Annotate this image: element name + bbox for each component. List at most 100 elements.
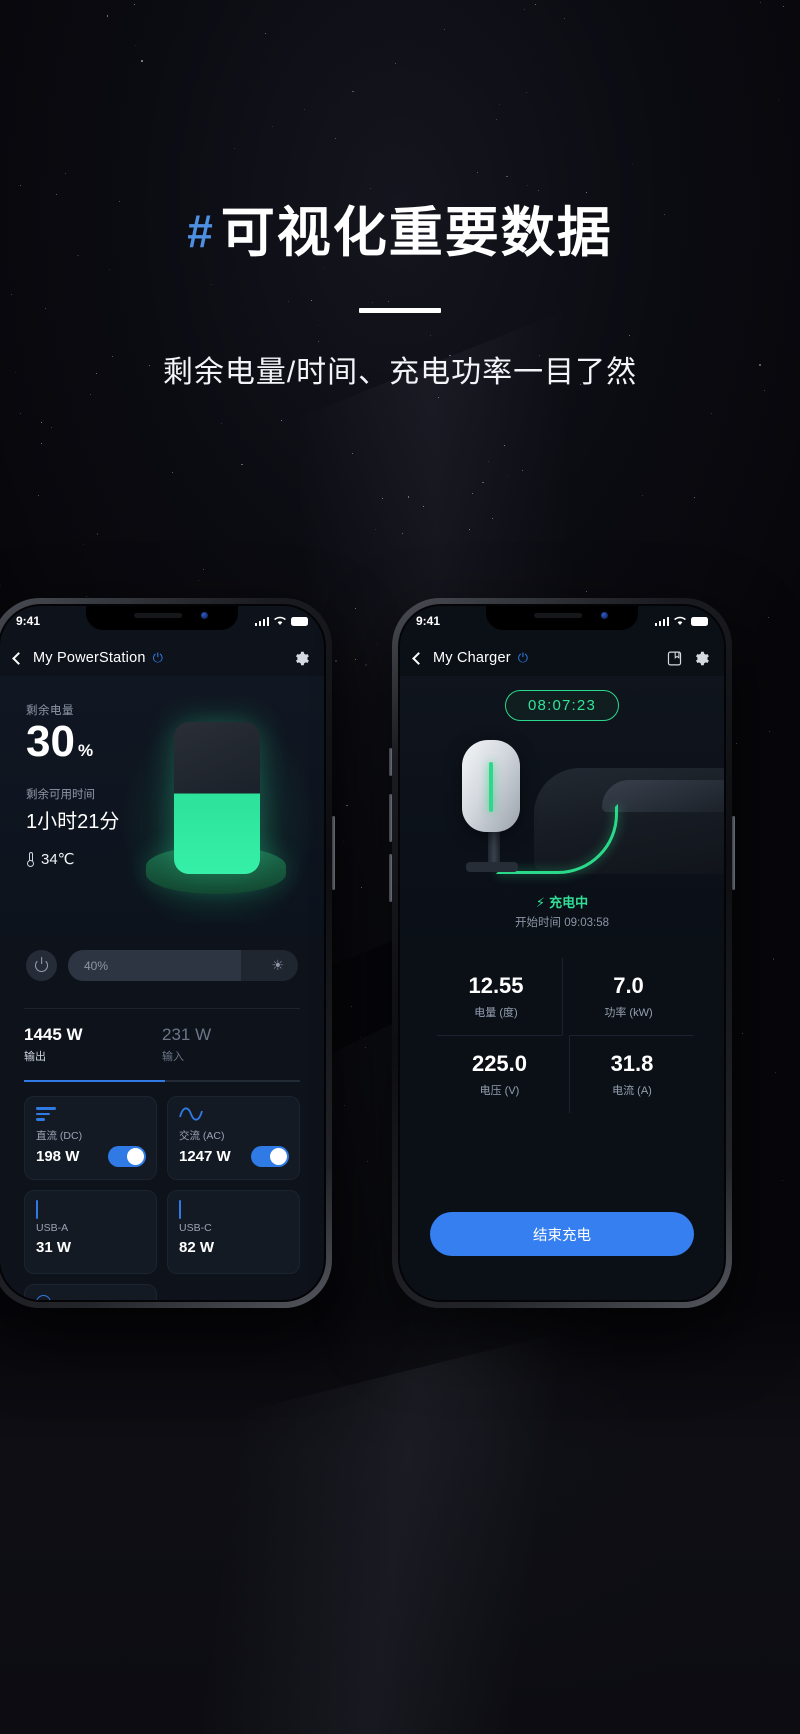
output-power-label: 输出: [24, 1051, 46, 1063]
phone-right-volume-up-button: [389, 794, 392, 842]
power-toggle-button[interactable]: [26, 950, 57, 981]
phone-left-screen: 剩余电量 30% 剩余可用时间 1小时21分 34℃ 40% ☀ 1445 W …: [0, 604, 326, 1302]
metrics-row-1: 12.55 电量 (度) 7.0 功率 (kW): [430, 958, 694, 1035]
dc-12v-icon: [36, 1295, 145, 1300]
bulb-icon[interactable]: ☀: [271, 957, 284, 974]
start-time-label: 开始时间: [515, 917, 562, 929]
usb-c-icon: [179, 1200, 288, 1219]
battery-percent: 30%: [26, 720, 119, 764]
temperature-value: 34℃: [41, 851, 75, 868]
brightness-slider[interactable]: 40% ☀: [68, 950, 298, 981]
input-power-tab[interactable]: 231 W 输入: [162, 1025, 300, 1064]
nav-title: My PowerStation: [33, 650, 146, 666]
dc-waves-icon: [36, 1107, 145, 1123]
metrics-grid: 12.55 电量 (度) 7.0 功率 (kW) 225.0 电压 (V) 31…: [430, 958, 694, 1113]
metric-energy: 12.55 电量 (度): [430, 958, 562, 1035]
metric-label: 电量 (度): [474, 1007, 518, 1019]
port-toggle[interactable]: [108, 1146, 146, 1167]
screenshot-root: # 可视化重要数据 剩余电量/时间、充电功率一目了然 剩余电量 30% 剩余可用时…: [0, 0, 800, 1734]
port-toggle[interactable]: [251, 1146, 289, 1167]
io-tab-indicator: [24, 1080, 300, 1082]
phone-right-volume-down-button: [389, 854, 392, 902]
metric-label: 功率 (kW): [604, 1007, 653, 1019]
back-chevron-icon[interactable]: [412, 651, 425, 665]
wifi-icon: [274, 616, 286, 625]
gear-icon[interactable]: [293, 650, 310, 667]
lightning-bolt-icon: ⚡: [535, 895, 546, 910]
phone-right-notch: [486, 606, 638, 630]
gear-icon[interactable]: [693, 650, 710, 667]
thermometer-icon: [26, 851, 35, 867]
port-name: USB-A: [36, 1222, 69, 1234]
page-subtitle: 剩余电量/时间、充电功率一目了然: [162, 355, 638, 389]
port-name: 直流 (DC): [36, 1130, 83, 1142]
metric-value: 7.0: [613, 973, 644, 998]
phone-left-notch: [86, 606, 238, 630]
phone-right-navbar: My Charger ⏻: [400, 640, 724, 676]
usb-a-icon: [36, 1200, 145, 1219]
start-time-value: 09:03:58: [564, 917, 609, 929]
output-power-value: 1445 W: [24, 1025, 83, 1044]
session-timer: 08:07:23: [505, 690, 619, 721]
phone-left-power-button: [332, 816, 335, 890]
port-name: USB-C: [179, 1222, 212, 1234]
power-icon: [35, 959, 48, 972]
status-time: 9:41: [416, 614, 441, 628]
battery-percent-value: 30: [26, 717, 75, 766]
front-camera: [601, 612, 608, 619]
charger-head: [462, 740, 520, 832]
battery-stats: 剩余电量 30% 剩余可用时间 1小时21分 34℃: [26, 702, 119, 868]
hash-symbol: #: [187, 205, 215, 257]
phone-mockup-right: 08:07:23 ⚡ 充电中 开始时间 09:03:58 12.55 电量 (度)…: [389, 598, 735, 1308]
remaining-time-label: 剩余可用时间: [26, 789, 95, 801]
remaining-capacity-label: 剩余电量: [26, 705, 74, 717]
cellular-signal-icon: [654, 616, 669, 626]
back-chevron-icon[interactable]: [12, 651, 25, 665]
phone-right-mute-button: [389, 748, 392, 776]
earpiece-speaker: [134, 613, 183, 618]
ac-sine-icon: [179, 1107, 288, 1123]
hero-section: # 可视化重要数据 剩余电量/时间、充电功率一目了然: [0, 205, 800, 391]
port-name: 交流 (AC): [179, 1130, 225, 1142]
front-camera: [201, 612, 208, 619]
brightness-value: 40%: [84, 958, 109, 973]
port-watts: 31 W: [36, 1239, 72, 1256]
powerstation-app: 剩余电量 30% 剩余可用时间 1小时21分 34℃ 40% ☀ 1445 W …: [0, 606, 324, 1300]
charger-led-strip: [489, 762, 493, 812]
temperature-row: 34℃: [26, 850, 119, 868]
port-card-usb-c[interactable]: USB-C 82 W: [167, 1190, 300, 1274]
charging-status-text: 充电中: [549, 895, 589, 910]
io-power-row: 1445 W 输出 231 W 输入: [24, 1008, 300, 1064]
metric-value: 12.55: [468, 973, 524, 998]
wifi-icon: [674, 616, 686, 625]
port-card-ac[interactable]: 交流 (AC) 1247 W: [167, 1096, 300, 1180]
car-window: [602, 780, 724, 812]
page-title-text: 可视化重要数据: [220, 203, 613, 263]
port-card-12v[interactable]: 12V直流: [24, 1284, 157, 1300]
metrics-row-2: 225.0 电压 (V) 31.8 电流 (A): [430, 1035, 694, 1113]
status-time: 9:41: [16, 614, 41, 628]
record-list-icon[interactable]: [666, 650, 683, 667]
port-card-dc[interactable]: 直流 (DC) 198 W: [24, 1096, 157, 1180]
bluetooth-icon: ⏻: [152, 650, 163, 665]
end-charging-button[interactable]: 结束充电: [430, 1212, 694, 1256]
input-power-label: 输入: [162, 1051, 184, 1063]
charger-base: [466, 862, 518, 872]
metric-value: 31.8: [610, 1051, 654, 1076]
port-watts: 82 W: [179, 1239, 215, 1256]
battery-icon: [291, 616, 308, 626]
port-card-usb-a[interactable]: USB-A 31 W: [24, 1190, 157, 1274]
input-power-value: 231 W: [162, 1025, 212, 1044]
charger-app: 08:07:23 ⚡ 充电中 开始时间 09:03:58 12.55 电量 (度)…: [400, 606, 724, 1300]
status-indicators: [654, 616, 708, 626]
battery-icon: [691, 616, 708, 626]
metric-voltage: 225.0 电压 (V): [437, 1035, 562, 1113]
charging-start-time: 开始时间 09:03:58: [400, 914, 724, 930]
metric-label: 电压 (V): [479, 1085, 520, 1097]
battery-body: [174, 722, 260, 874]
phone-right-power-button: [732, 816, 735, 890]
page-title: # 可视化重要数据: [0, 205, 800, 262]
metric-label: 电流 (A): [612, 1085, 652, 1097]
bluetooth-icon: ⏻: [517, 650, 529, 665]
output-power-tab[interactable]: 1445 W 输出: [24, 1025, 162, 1064]
